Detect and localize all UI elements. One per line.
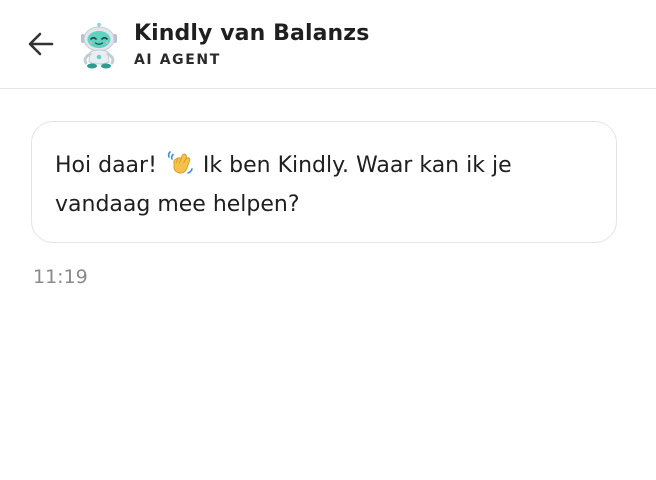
- message-text: Hoi daar! Ik ben Kindly. Waar kan ik je …: [55, 146, 596, 224]
- robot-avatar-icon: [81, 22, 117, 69]
- back-button[interactable]: [26, 30, 56, 58]
- waving-hand-icon: [166, 150, 194, 176]
- agent-role-label: AI AGENT: [134, 52, 221, 68]
- chat-header: Kindly van Balanzs AI AGENT: [0, 0, 656, 89]
- agent-name: Kindly van Balanzs: [134, 21, 370, 46]
- message-timestamp: 11:19: [33, 266, 88, 288]
- message-text-start: Hoi daar!: [55, 153, 157, 178]
- agent-message-bubble: Hoi daar! Ik ben Kindly. Waar kan ik je …: [31, 121, 617, 243]
- agent-avatar: [74, 22, 124, 70]
- arrow-left-icon: [28, 32, 54, 56]
